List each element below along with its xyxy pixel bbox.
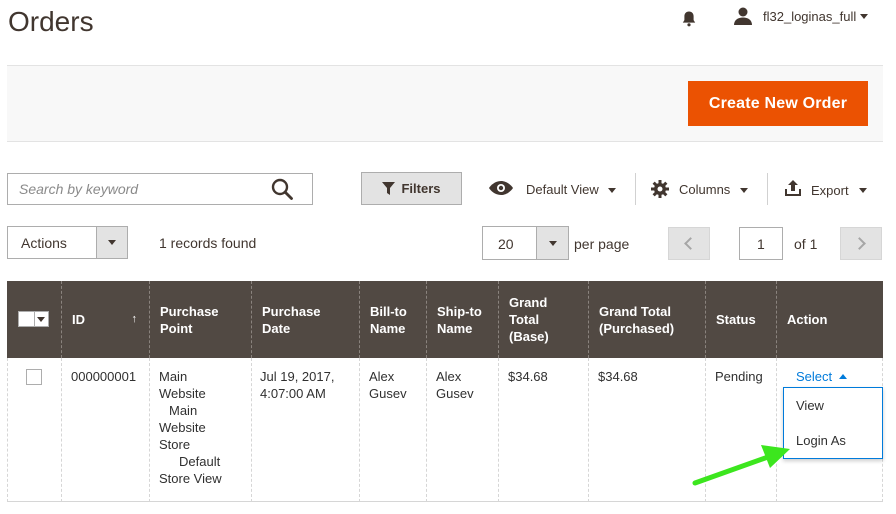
- column-header-purchase-point[interactable]: Purchase Point: [149, 281, 251, 358]
- filters-button[interactable]: Filters: [361, 172, 462, 205]
- cell-line: Alex: [436, 369, 462, 384]
- divider: [767, 173, 768, 205]
- divider: [149, 358, 150, 502]
- mass-actions-label: Actions: [21, 235, 67, 251]
- search-icon[interactable]: [271, 178, 293, 200]
- page-title: Orders: [8, 6, 94, 37]
- sort-arrow-icon: ↑: [131, 313, 138, 325]
- column-header-status[interactable]: Status: [705, 281, 776, 358]
- divider: [34, 312, 35, 326]
- chevron-down-icon[interactable]: [859, 188, 867, 193]
- user-icon[interactable]: [733, 7, 753, 25]
- cell-line: Website: [159, 420, 206, 435]
- chevron-down-icon[interactable]: [37, 317, 45, 322]
- records-found: 1 records found: [159, 235, 257, 251]
- column-header-label: Purchase Point: [160, 303, 219, 336]
- cell-ship-to-name: Alex Gusev: [436, 368, 474, 402]
- per-page-value: 20: [498, 236, 514, 252]
- column-header-grand-total-base[interactable]: Grand Total (Base): [498, 281, 588, 358]
- row-action-select-link[interactable]: Select: [796, 369, 832, 384]
- chevron-up-icon[interactable]: [839, 374, 847, 379]
- filter-icon: [382, 182, 396, 195]
- column-header-id[interactable]: ID ↑: [61, 281, 149, 358]
- cell-line: Jul 19, 2017,: [260, 369, 335, 384]
- cell-line: Gusev: [369, 386, 407, 401]
- menu-item-login-as[interactable]: Login As: [796, 433, 846, 448]
- cell-line: Main: [169, 403, 198, 418]
- chevron-down-icon[interactable]: [608, 188, 616, 193]
- user-name[interactable]: fl32_loginas_full: [763, 9, 856, 24]
- cell-purchase-date: Jul 19, 2017, 4:07:00 AM: [260, 368, 334, 402]
- chevron-down-icon: [549, 241, 557, 246]
- column-header-label: Bill-to Name: [370, 303, 407, 336]
- columns-dropdown[interactable]: Columns: [679, 182, 730, 197]
- cell-id: 000000001: [71, 369, 137, 384]
- divider: [498, 358, 499, 502]
- default-view-dropdown[interactable]: Default View: [526, 182, 599, 197]
- create-new-order-button[interactable]: Create New Order: [688, 81, 868, 126]
- gear-icon[interactable]: [651, 180, 669, 198]
- cell-line: Store: [159, 437, 191, 452]
- divider: [635, 173, 636, 205]
- page-number-value: 1: [757, 236, 765, 252]
- cell-line: Store View: [159, 471, 222, 486]
- cell-line: Gusev: [436, 386, 474, 401]
- column-header-ship-to-name[interactable]: Ship-to Name: [426, 281, 498, 358]
- menu-item-view[interactable]: View: [796, 398, 824, 413]
- cell-line: Alex: [369, 369, 395, 384]
- cell-line: Default: [179, 454, 221, 469]
- cell-line: 4:07:00 AM: [260, 386, 326, 401]
- divider: [251, 358, 252, 502]
- chevron-down-icon[interactable]: [740, 188, 748, 193]
- divider: [359, 358, 360, 502]
- annotation-arrow-icon: [692, 445, 790, 486]
- divider: [588, 358, 589, 502]
- column-header-action: Action: [776, 281, 883, 358]
- column-header-label: ID: [72, 312, 85, 327]
- filters-label: Filters: [401, 181, 441, 196]
- cell-line: Website: [159, 386, 206, 401]
- divider: [426, 358, 427, 502]
- column-header-label: Grand Total (Purchased): [599, 303, 675, 336]
- export-icon[interactable]: [784, 180, 802, 197]
- column-header-grand-total-purchased[interactable]: Grand Total (Purchased): [588, 281, 705, 358]
- column-header-bill-to-name[interactable]: Bill-to Name: [359, 281, 426, 358]
- column-header-label: Ship-to Name: [437, 303, 482, 336]
- cell-grand-total-purchased: $34.68: [598, 369, 638, 384]
- eye-icon[interactable]: [489, 181, 513, 195]
- chevron-down-icon[interactable]: [860, 14, 868, 19]
- divider: [61, 358, 62, 502]
- column-header-purchase-date[interactable]: Purchase Date: [251, 281, 359, 358]
- column-header-label: Status: [716, 312, 756, 327]
- bell-icon[interactable]: [680, 10, 698, 28]
- chevron-down-icon: [108, 240, 116, 245]
- column-header-label: Purchase Date: [262, 303, 321, 336]
- cell-bill-to-name: Alex Gusev: [369, 368, 407, 402]
- row-checkbox[interactable]: [26, 369, 42, 385]
- page-total: of 1: [794, 236, 818, 252]
- cell-line: Main: [159, 369, 188, 384]
- cell-status: Pending: [715, 369, 763, 384]
- column-header-label: Grand Total (Base): [509, 295, 549, 344]
- cell-grand-total-base: $34.68: [508, 369, 548, 384]
- export-dropdown[interactable]: Export: [811, 183, 849, 198]
- search-placeholder: Search by keyword: [19, 181, 139, 197]
- column-header-label: Action: [787, 312, 828, 327]
- per-page-label: per page: [574, 236, 630, 252]
- cell-purchase-point: Main Website Main Website Store Default …: [159, 368, 222, 487]
